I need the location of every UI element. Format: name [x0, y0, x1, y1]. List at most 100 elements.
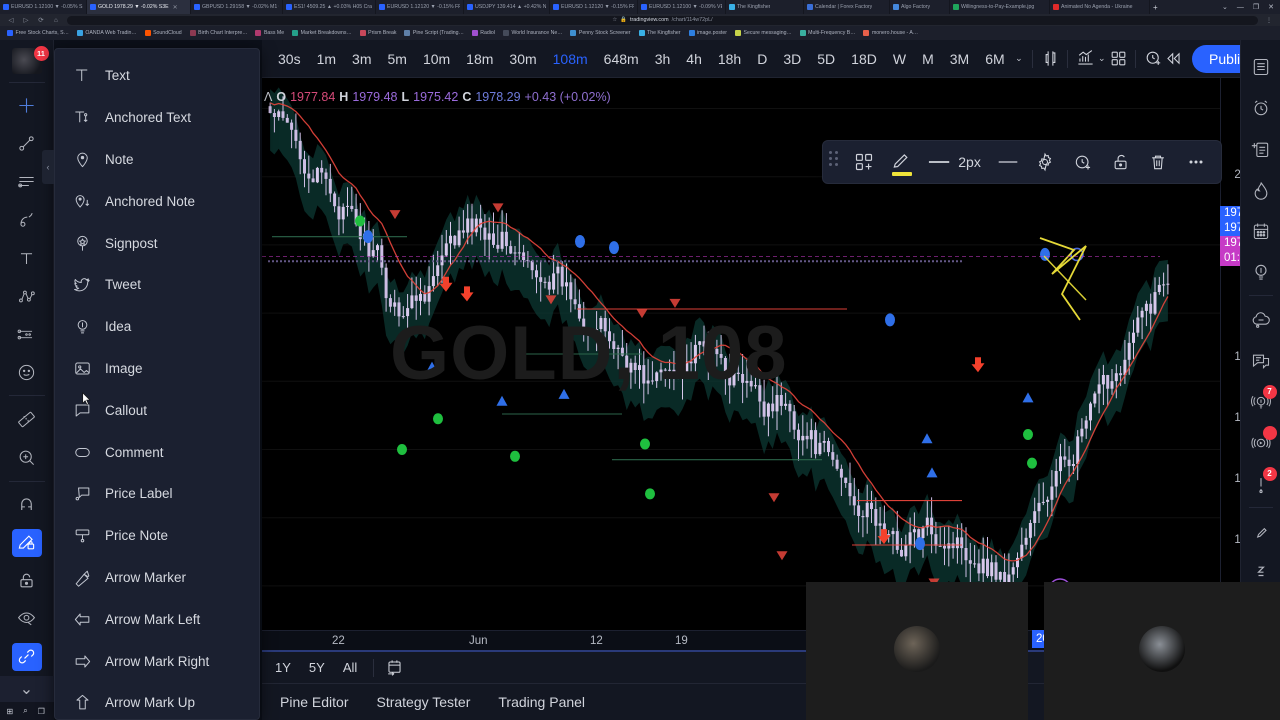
timeframe-3M[interactable]: 3M [942, 46, 977, 72]
timeframe-W[interactable]: W [885, 46, 914, 72]
timeframe-1m[interactable]: 1m [309, 46, 344, 72]
address-bar-input[interactable]: ☆ 🔒 tradingview.com/chart/114w72pL/ [67, 15, 1258, 25]
hotlist-flame-icon[interactable] [1246, 175, 1276, 205]
prediction-tool[interactable] [12, 320, 42, 348]
browser-tab[interactable]: EURUSD 1.12120 ▼ -0.15% FRE! [376, 0, 464, 14]
drawing-menu-item-text[interactable]: Text [55, 55, 259, 97]
drawing-menu-item-tweet[interactable]: Tweet [55, 264, 259, 306]
ideas-stream-icon[interactable]: 7 [1246, 384, 1277, 417]
chat-cloud-icon[interactable] [1246, 305, 1276, 335]
bookmark-item[interactable]: Birth Chart Interpre… [186, 30, 252, 36]
bookmark-item[interactable]: SoundCloud [141, 30, 186, 36]
taskview-icon[interactable]: ❐ [38, 707, 45, 716]
browser-tab[interactable]: GBPUSD 1.29158 ▼ -0.02% M1 C [191, 0, 283, 14]
drawing-menu-item-comment[interactable]: Comment [55, 431, 259, 473]
browser-menu-icon[interactable]: ⋮ [1265, 16, 1273, 24]
line-style-icon[interactable] [989, 145, 1027, 179]
window-minimize-button[interactable]: — [1237, 4, 1244, 11]
chevron-down-icon[interactable]: ⌄ [1013, 53, 1026, 64]
pen-small-icon[interactable] [1246, 517, 1276, 547]
drawing-menu-item-note[interactable]: Note [55, 139, 259, 181]
window-more-icon[interactable]: ⌄ [1222, 3, 1228, 11]
bookmark-item[interactable]: monero.house - A… [859, 30, 922, 36]
notifications-icon[interactable]: 2 [1246, 466, 1277, 499]
measure-tool[interactable] [12, 405, 42, 433]
reload-icon[interactable]: ⟳ [37, 16, 45, 24]
trash-icon[interactable] [1140, 145, 1178, 179]
search-icon[interactable]: ⌕ [23, 706, 27, 716]
magnet-tool[interactable] [12, 490, 42, 518]
browser-tab[interactable]: USDJPY 139.414 ▲ +0.42% New [464, 0, 550, 14]
browser-tab[interactable]: EURUSD 1.12100 ▼ -0.05% S10 [0, 0, 87, 14]
timeframe-3m[interactable]: 3m [344, 46, 379, 72]
back-icon[interactable]: ◁ [7, 16, 15, 24]
drawing-menu-item-anchored-text[interactable]: Anchored Text [55, 97, 259, 139]
timeframe-18D[interactable]: 18D [843, 46, 885, 72]
video-overlay-right[interactable] [1044, 582, 1280, 720]
bookmark-item[interactable]: World Insurance Ne… [499, 30, 566, 36]
drawing-menu-item-arrow-mark-left[interactable]: Arrow Mark Left [55, 598, 259, 640]
bookmark-item[interactable]: The Kingfisher [635, 30, 685, 36]
timeframe-D[interactable]: D [749, 46, 775, 72]
broadcast-icon[interactable] [1246, 425, 1277, 458]
replay-icon[interactable] [1164, 46, 1184, 72]
timeframe-30m[interactable]: 30m [501, 46, 544, 72]
range-All[interactable]: All [334, 660, 366, 675]
layouts-grid-icon[interactable] [1108, 46, 1128, 72]
horizontal-lines-tool[interactable] [12, 168, 42, 196]
collapse-panel-handle[interactable]: ‹ [42, 150, 54, 184]
browser-tab[interactable]: EURUSD 1.12120 ▼ -0.15% FRE! [550, 0, 638, 14]
lock-all-tool[interactable] [12, 567, 42, 595]
bookmark-item[interactable]: Multi-Frequency B… [796, 30, 860, 36]
timeframe-10m[interactable]: 10m [415, 46, 458, 72]
browser-tab[interactable]: Willingness-to-Pay-Example.jpg [950, 0, 1050, 14]
user-avatar[interactable]: 11 [7, 44, 49, 78]
drawing-menu-item-arrow-marker[interactable]: Arrow Marker [55, 557, 259, 599]
timeframe-18h[interactable]: 18h [710, 46, 749, 72]
goto-date-icon[interactable] [381, 655, 407, 681]
bookmark-item[interactable]: OANDA Web Tradin… [73, 30, 141, 36]
more-dots-icon[interactable] [1177, 145, 1215, 179]
window-close-button[interactable]: ✕ [1268, 3, 1274, 11]
browser-tab[interactable]: Calendar | Forex Factory [804, 0, 890, 14]
alert-clock-icon[interactable] [1064, 145, 1102, 179]
zoom-in-tool[interactable] [12, 443, 42, 471]
bookmark-item[interactable]: Pine Script (Trading… [400, 30, 467, 36]
data-window-icon[interactable] [1246, 134, 1276, 164]
browser-tab[interactable]: EURUSD 1.12100 ▼ -0.09% VE3! [638, 0, 726, 14]
new-tab-button[interactable]: + [1150, 0, 1168, 14]
sync-drawings-tool[interactable] [11, 642, 42, 671]
alerts-clock-icon[interactable] [1246, 93, 1276, 123]
pen-icon[interactable] [883, 145, 921, 179]
timeframe-3D[interactable]: 3D [775, 46, 809, 72]
drawing-menu-item-price-note[interactable]: Price Note [55, 515, 259, 557]
candlestick-icon[interactable] [1040, 46, 1060, 72]
timeframe-5m[interactable]: 5m [379, 46, 414, 72]
drag-handle-icon[interactable] [829, 151, 843, 173]
drawing-lock-tool[interactable] [11, 528, 42, 557]
calendar-icon[interactable] [1246, 216, 1276, 246]
home-icon[interactable]: ⌂ [52, 17, 60, 24]
pen-color-swatch[interactable] [891, 172, 912, 176]
bookmark-item[interactable]: Market Breakdowns… [288, 30, 356, 36]
timeframe-648m[interactable]: 648m [596, 46, 647, 72]
add-template-icon[interactable] [845, 145, 883, 179]
bookmark-item[interactable]: Penny Stock Screener [566, 30, 634, 36]
bookmark-item[interactable]: Radiol [468, 30, 499, 36]
watchlist-icon[interactable] [1246, 52, 1276, 82]
timeframe-M[interactable]: M [914, 46, 942, 72]
browser-tab[interactable]: GOLD 1978.29 ▼ -0.02% S3E ✕ [87, 0, 191, 14]
tab-close-icon[interactable]: ✕ [173, 4, 178, 11]
pitchfork-tool[interactable] [12, 206, 42, 234]
bookmark-item[interactable]: Bass Me [251, 30, 288, 36]
timeframe-18m[interactable]: 18m [458, 46, 501, 72]
chevron-down-icon[interactable]: ⌄ [1096, 53, 1109, 64]
ideas-bulb-icon[interactable] [1246, 257, 1276, 287]
drawing-menu-item-image[interactable]: Image [55, 348, 259, 390]
line-width-control[interactable]: 2px [920, 154, 989, 170]
bottom-tab-pine-editor[interactable]: Pine Editor [266, 694, 362, 710]
trend-line-tool[interactable] [12, 130, 42, 158]
cross-cursor-tool[interactable] [12, 92, 42, 120]
drawing-menu-item-anchored-note[interactable]: Anchored Note [55, 180, 259, 222]
hide-all-tool[interactable] [12, 605, 42, 633]
